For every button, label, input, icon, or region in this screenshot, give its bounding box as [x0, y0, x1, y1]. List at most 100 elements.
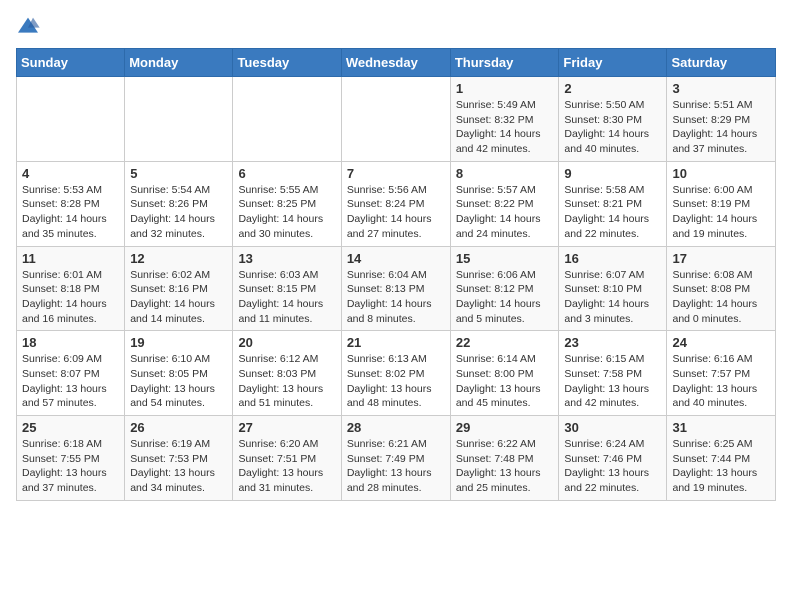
day-number: 22 — [456, 335, 554, 350]
calendar-cell: 20 Sunrise: 6:12 AM Sunset: 8:03 PM Dayli… — [233, 331, 341, 416]
calendar-cell — [17, 77, 125, 162]
cell-content: Sunrise: 6:18 AM Sunset: 7:55 PM Dayligh… — [22, 437, 119, 496]
cell-content: Sunrise: 6:06 AM Sunset: 8:12 PM Dayligh… — [456, 268, 554, 327]
calendar-cell: 1 Sunrise: 5:49 AM Sunset: 8:32 PM Daylig… — [450, 77, 559, 162]
calendar-cell: 10 Sunrise: 6:00 AM Sunset: 8:19 PM Dayli… — [667, 161, 776, 246]
cell-content: Sunrise: 6:20 AM Sunset: 7:51 PM Dayligh… — [238, 437, 335, 496]
calendar-cell: 4Sunrise: 5:53 AM Sunset: 8:28 PM Daylig… — [17, 161, 125, 246]
day-number: 21 — [347, 335, 445, 350]
cell-content: Sunrise: 6:16 AM Sunset: 7:57 PM Dayligh… — [672, 352, 770, 411]
day-number: 31 — [672, 420, 770, 435]
calendar-cell: 11Sunrise: 6:01 AM Sunset: 8:18 PM Dayli… — [17, 246, 125, 331]
calendar-cell: 29 Sunrise: 6:22 AM Sunset: 7:48 PM Dayli… — [450, 416, 559, 501]
calendar: SundayMondayTuesdayWednesdayThursdayFrid… — [16, 48, 776, 501]
calendar-cell: 16 Sunrise: 6:07 AM Sunset: 8:10 PM Dayli… — [559, 246, 667, 331]
calendar-week-row: 11Sunrise: 6:01 AM Sunset: 8:18 PM Dayli… — [17, 246, 776, 331]
cell-content: Sunrise: 5:49 AM Sunset: 8:32 PM Dayligh… — [456, 98, 554, 157]
day-number: 24 — [672, 335, 770, 350]
cell-content: Sunrise: 6:07 AM Sunset: 8:10 PM Dayligh… — [564, 268, 661, 327]
calendar-week-row: 25Sunrise: 6:18 AM Sunset: 7:55 PM Dayli… — [17, 416, 776, 501]
day-number: 6 — [238, 166, 335, 181]
day-number: 18 — [22, 335, 119, 350]
cell-content: Sunrise: 6:25 AM Sunset: 7:44 PM Dayligh… — [672, 437, 770, 496]
calendar-cell: 23 Sunrise: 6:15 AM Sunset: 7:58 PM Dayli… — [559, 331, 667, 416]
calendar-cell: 14 Sunrise: 6:04 AM Sunset: 8:13 PM Dayli… — [341, 246, 450, 331]
cell-content: Sunrise: 6:01 AM Sunset: 8:18 PM Dayligh… — [22, 268, 119, 327]
cell-content: Sunrise: 5:55 AM Sunset: 8:25 PM Dayligh… — [238, 183, 335, 242]
day-number: 27 — [238, 420, 335, 435]
cell-content: Sunrise: 6:12 AM Sunset: 8:03 PM Dayligh… — [238, 352, 335, 411]
day-header-wednesday: Wednesday — [341, 49, 450, 77]
calendar-cell: 3 Sunrise: 5:51 AM Sunset: 8:29 PM Daylig… — [667, 77, 776, 162]
day-number: 29 — [456, 420, 554, 435]
calendar-cell: 19Sunrise: 6:10 AM Sunset: 8:05 PM Dayli… — [125, 331, 233, 416]
calendar-cell: 28 Sunrise: 6:21 AM Sunset: 7:49 PM Dayli… — [341, 416, 450, 501]
day-number: 14 — [347, 251, 445, 266]
cell-content: Sunrise: 5:50 AM Sunset: 8:30 PM Dayligh… — [564, 98, 661, 157]
cell-content: Sunrise: 6:08 AM Sunset: 8:08 PM Dayligh… — [672, 268, 770, 327]
cell-content: Sunrise: 6:00 AM Sunset: 8:19 PM Dayligh… — [672, 183, 770, 242]
calendar-cell: 6 Sunrise: 5:55 AM Sunset: 8:25 PM Daylig… — [233, 161, 341, 246]
page-header — [16, 16, 776, 36]
calendar-cell — [341, 77, 450, 162]
cell-content: Sunrise: 5:58 AM Sunset: 8:21 PM Dayligh… — [564, 183, 661, 242]
logo — [16, 16, 44, 36]
day-number: 26 — [130, 420, 227, 435]
day-number: 20 — [238, 335, 335, 350]
cell-content: Sunrise: 5:51 AM Sunset: 8:29 PM Dayligh… — [672, 98, 770, 157]
calendar-cell: 24 Sunrise: 6:16 AM Sunset: 7:57 PM Dayli… — [667, 331, 776, 416]
calendar-week-row: 4Sunrise: 5:53 AM Sunset: 8:28 PM Daylig… — [17, 161, 776, 246]
cell-content: Sunrise: 5:57 AM Sunset: 8:22 PM Dayligh… — [456, 183, 554, 242]
calendar-cell: 27 Sunrise: 6:20 AM Sunset: 7:51 PM Dayli… — [233, 416, 341, 501]
logo-icon — [16, 16, 40, 36]
cell-content: Sunrise: 6:13 AM Sunset: 8:02 PM Dayligh… — [347, 352, 445, 411]
calendar-cell — [125, 77, 233, 162]
cell-content: Sunrise: 6:24 AM Sunset: 7:46 PM Dayligh… — [564, 437, 661, 496]
day-number: 12 — [130, 251, 227, 266]
cell-content: Sunrise: 6:09 AM Sunset: 8:07 PM Dayligh… — [22, 352, 119, 411]
day-number: 4 — [22, 166, 119, 181]
cell-content: Sunrise: 6:19 AM Sunset: 7:53 PM Dayligh… — [130, 437, 227, 496]
cell-content: Sunrise: 6:15 AM Sunset: 7:58 PM Dayligh… — [564, 352, 661, 411]
day-header-friday: Friday — [559, 49, 667, 77]
calendar-cell: 25Sunrise: 6:18 AM Sunset: 7:55 PM Dayli… — [17, 416, 125, 501]
day-number: 5 — [130, 166, 227, 181]
calendar-cell: 9Sunrise: 5:58 AM Sunset: 8:21 PM Daylig… — [559, 161, 667, 246]
cell-content: Sunrise: 5:56 AM Sunset: 8:24 PM Dayligh… — [347, 183, 445, 242]
calendar-cell: 17 Sunrise: 6:08 AM Sunset: 8:08 PM Dayli… — [667, 246, 776, 331]
day-number: 28 — [347, 420, 445, 435]
cell-content: Sunrise: 6:21 AM Sunset: 7:49 PM Dayligh… — [347, 437, 445, 496]
calendar-cell: 30 Sunrise: 6:24 AM Sunset: 7:46 PM Dayli… — [559, 416, 667, 501]
day-header-sunday: Sunday — [17, 49, 125, 77]
calendar-cell: 8 Sunrise: 5:57 AM Sunset: 8:22 PM Daylig… — [450, 161, 559, 246]
calendar-cell: 15Sunrise: 6:06 AM Sunset: 8:12 PM Dayli… — [450, 246, 559, 331]
day-header-saturday: Saturday — [667, 49, 776, 77]
day-number: 7 — [347, 166, 445, 181]
day-number: 23 — [564, 335, 661, 350]
cell-content: Sunrise: 6:14 AM Sunset: 8:00 PM Dayligh… — [456, 352, 554, 411]
calendar-cell: 5 Sunrise: 5:54 AM Sunset: 8:26 PM Daylig… — [125, 161, 233, 246]
day-number: 16 — [564, 251, 661, 266]
cell-content: Sunrise: 6:04 AM Sunset: 8:13 PM Dayligh… — [347, 268, 445, 327]
cell-content: Sunrise: 6:02 AM Sunset: 8:16 PM Dayligh… — [130, 268, 227, 327]
calendar-week-row: 1 Sunrise: 5:49 AM Sunset: 8:32 PM Daylig… — [17, 77, 776, 162]
day-number: 3 — [672, 81, 770, 96]
calendar-cell: 21 Sunrise: 6:13 AM Sunset: 8:02 PM Dayli… — [341, 331, 450, 416]
day-number: 1 — [456, 81, 554, 96]
calendar-cell: 7 Sunrise: 5:56 AM Sunset: 8:24 PM Daylig… — [341, 161, 450, 246]
day-header-tuesday: Tuesday — [233, 49, 341, 77]
cell-content: Sunrise: 6:22 AM Sunset: 7:48 PM Dayligh… — [456, 437, 554, 496]
cell-content: Sunrise: 5:54 AM Sunset: 8:26 PM Dayligh… — [130, 183, 227, 242]
day-number: 30 — [564, 420, 661, 435]
day-number: 13 — [238, 251, 335, 266]
day-header-thursday: Thursday — [450, 49, 559, 77]
day-number: 10 — [672, 166, 770, 181]
day-number: 17 — [672, 251, 770, 266]
day-number: 8 — [456, 166, 554, 181]
calendar-header-row: SundayMondayTuesdayWednesdayThursdayFrid… — [17, 49, 776, 77]
day-number: 19 — [130, 335, 227, 350]
calendar-cell: 26 Sunrise: 6:19 AM Sunset: 7:53 PM Dayli… — [125, 416, 233, 501]
calendar-cell: 18 Sunrise: 6:09 AM Sunset: 8:07 PM Dayli… — [17, 331, 125, 416]
cell-content: Sunrise: 6:03 AM Sunset: 8:15 PM Dayligh… — [238, 268, 335, 327]
calendar-week-row: 18 Sunrise: 6:09 AM Sunset: 8:07 PM Dayli… — [17, 331, 776, 416]
